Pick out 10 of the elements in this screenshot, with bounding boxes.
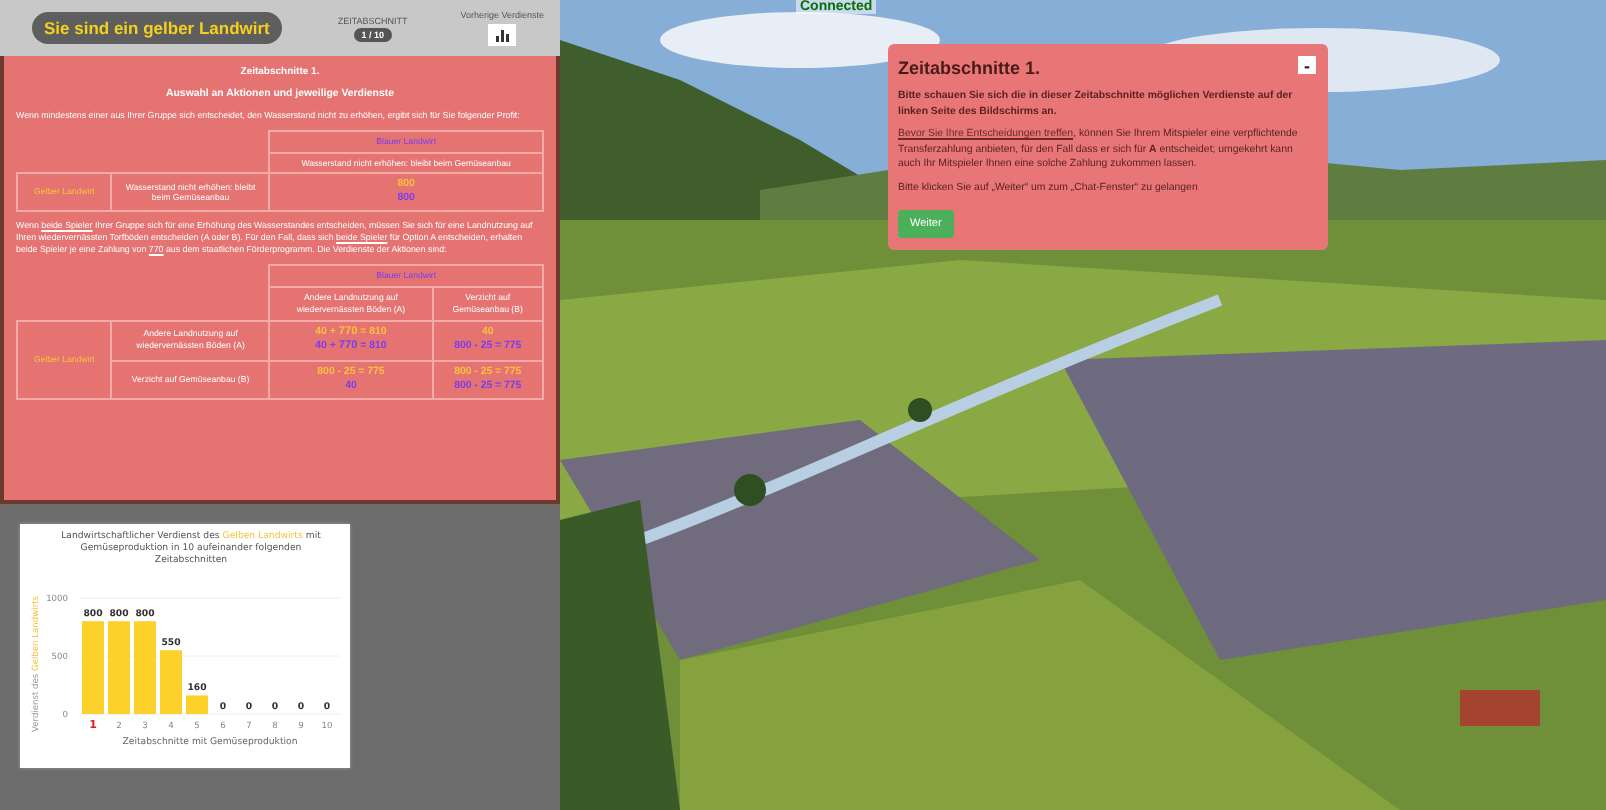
earnings-history-button[interactable] <box>488 24 517 46</box>
bar-chart-icon <box>495 29 510 41</box>
bar <box>134 620 156 714</box>
bar <box>160 649 182 714</box>
bar <box>82 620 104 714</box>
role-label: Sie sind ein gelber Landwirt <box>32 12 282 44</box>
minimize-button[interactable]: - <box>1298 56 1316 74</box>
bar <box>186 694 208 714</box>
bar <box>108 620 130 714</box>
dialog-title: Zeitabschnitte 1. <box>898 56 1043 82</box>
